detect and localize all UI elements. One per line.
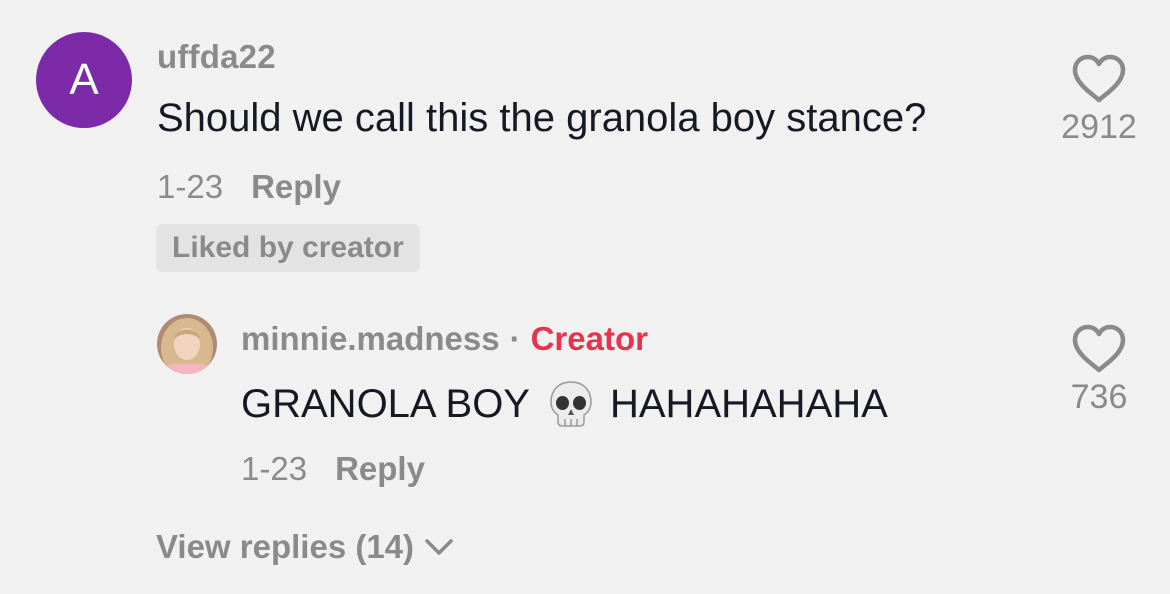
comment-date: 1-23 xyxy=(157,168,224,205)
creator-label: Creator xyxy=(530,320,648,357)
reply-reply-button[interactable]: Reply xyxy=(335,450,425,488)
reply-text: GRANOLA BOY HAHAHAHAHA xyxy=(241,380,888,428)
reply-meta: 1-23 Reply xyxy=(241,450,425,488)
heart-outline-icon[interactable] xyxy=(1071,54,1127,104)
view-replies-label: View replies (14) xyxy=(156,528,415,565)
comment-meta: 1-23 Reply xyxy=(157,168,341,206)
comment-text: Should we call this the granola boy stan… xyxy=(157,96,927,140)
liked-by-creator-badge: Liked by creator xyxy=(156,224,420,272)
reply-text-before: GRANOLA BOY xyxy=(241,381,530,426)
commenter-avatar[interactable]: A xyxy=(36,32,132,128)
comment-like-count: 2912 xyxy=(1061,108,1137,146)
view-replies-button[interactable]: View replies (14) xyxy=(156,528,454,566)
comment-reply-button[interactable]: Reply xyxy=(251,168,341,206)
reply-date: 1-23 xyxy=(241,450,308,487)
reply-username[interactable]: minnie.madness xyxy=(241,320,500,358)
reply-like: 736 xyxy=(1044,324,1154,417)
reply-text-after: HAHAHAHAHA xyxy=(609,381,888,426)
skull-icon xyxy=(550,381,592,427)
reply-avatar[interactable] xyxy=(157,314,217,374)
reply-header: minnie.madness · Creator xyxy=(241,320,648,358)
chevron-down-icon xyxy=(425,539,453,555)
avatar-letter: A xyxy=(69,55,99,104)
separator-dot: · xyxy=(509,320,521,357)
comment-like: 2912 xyxy=(1044,54,1154,147)
comment-username[interactable]: uffda22 xyxy=(157,38,276,76)
heart-outline-icon[interactable] xyxy=(1071,324,1127,374)
reply-like-count: 736 xyxy=(1070,378,1128,416)
